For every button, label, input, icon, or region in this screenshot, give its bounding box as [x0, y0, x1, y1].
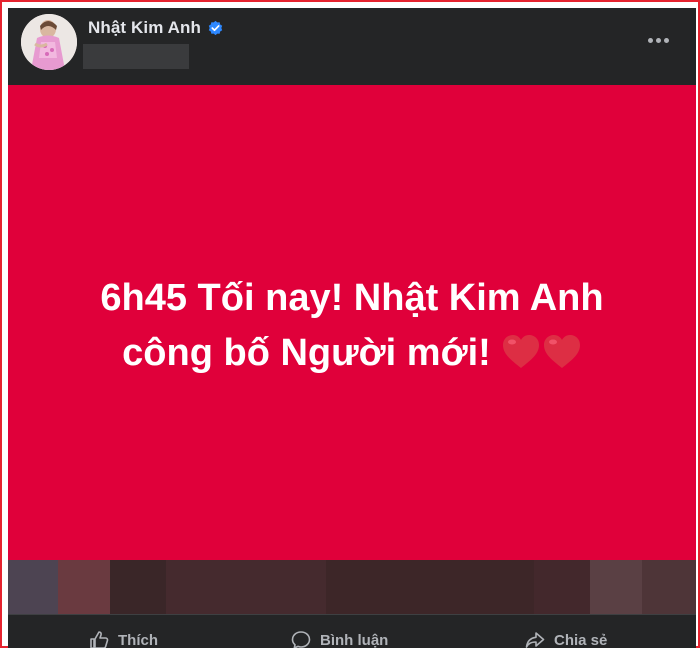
avatar-photo-icon: [21, 14, 77, 70]
blur-block: [534, 560, 590, 614]
facebook-post: Nhật Kim Anh 6h45 Tối nay! Nhật Kim Anh …: [8, 8, 696, 648]
comment-label: Bình luận: [320, 631, 389, 648]
dot: [663, 37, 669, 43]
dot: [655, 37, 661, 43]
heart-icon: [502, 334, 539, 368]
share-label: Chia sẻ: [554, 631, 608, 648]
post-actions-bar: Thích Bình luận Chia sẻ: [8, 614, 696, 648]
post-timestamp-redacted: [83, 44, 189, 69]
blur-block: [166, 560, 326, 614]
post-header: Nhật Kim Anh: [8, 8, 696, 85]
like-label: Thích: [118, 631, 158, 648]
comment-button[interactable]: Bình luận: [290, 629, 388, 648]
more-options-icon[interactable]: [636, 26, 680, 54]
blur-block: [326, 560, 534, 614]
post-content: 6h45 Tối nay! Nhật Kim Anh công bố Người…: [8, 85, 696, 560]
post-text-line-1: 6h45 Tối nay! Nhật Kim Anh: [100, 276, 604, 319]
share-button[interactable]: Chia sẻ: [524, 629, 607, 648]
hearts-emoji: [501, 333, 582, 370]
share-icon: [525, 632, 545, 648]
like-button[interactable]: Thích: [88, 629, 158, 648]
comment-icon: [291, 631, 311, 648]
author-avatar[interactable]: [21, 14, 77, 70]
blur-block: [590, 560, 642, 614]
blur-block: [8, 560, 58, 614]
screenshot-frame: Nhật Kim Anh 6h45 Tối nay! Nhật Kim Anh …: [0, 0, 700, 648]
dot: [647, 37, 653, 43]
post-text-line-2: công bố Người mới!: [122, 331, 491, 374]
author-row: Nhật Kim Anh: [88, 17, 224, 39]
author-name[interactable]: Nhật Kim Anh: [88, 18, 201, 38]
blur-block: [58, 560, 110, 614]
blur-block: [642, 560, 696, 614]
post-text: 6h45 Tối nay! Nhật Kim Anh công bố Người…: [52, 271, 652, 381]
redacted-reactions-strip: [8, 560, 696, 614]
blur-block: [110, 560, 166, 614]
heart-icon: [543, 334, 580, 368]
like-icon: [90, 631, 109, 648]
verified-badge-icon: [208, 20, 223, 35]
